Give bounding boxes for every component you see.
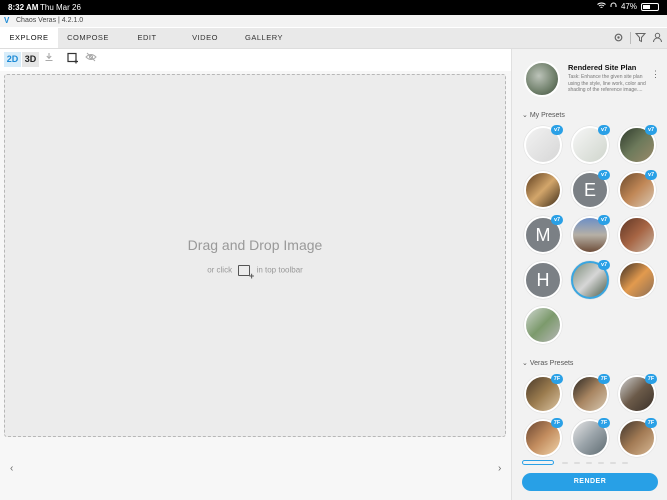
- version-badge: v7: [645, 125, 657, 135]
- my-preset-13[interactable]: [524, 306, 562, 344]
- my-preset-5[interactable]: Ev7: [571, 170, 610, 209]
- preset-thumbnail: [524, 61, 560, 97]
- veras-preset-3[interactable]: 7F: [618, 374, 657, 413]
- battery-icon: [641, 2, 659, 11]
- drop-subtitle: or click in top toolbar: [5, 265, 505, 281]
- canvas-toolbar: 2D 3D: [0, 49, 511, 71]
- my-presets-heading[interactable]: ⌄ My Presets: [522, 111, 565, 119]
- more-options-icon[interactable]: ⋮: [651, 69, 660, 80]
- veras-logo: V: [4, 16, 10, 25]
- my-preset-10[interactable]: H: [524, 261, 562, 299]
- scroll-indicator-dot: [622, 462, 628, 464]
- preset-letter: H: [536, 270, 550, 290]
- download-icon[interactable]: [42, 52, 56, 67]
- headphones-icon: [610, 2, 617, 11]
- my-preset-4[interactable]: [524, 171, 562, 209]
- drop-sub-after: in top toolbar: [256, 265, 303, 275]
- veras-presets-label: Veras Presets: [529, 360, 574, 367]
- preset-description: Task: Enhance the given site plan using …: [568, 74, 646, 93]
- version-badge: v7: [598, 215, 610, 225]
- next-arrow-icon[interactable]: ›: [498, 463, 501, 474]
- version-badge: v7: [551, 125, 563, 135]
- preset-letter: M: [535, 225, 551, 245]
- version-badge: 7F: [645, 418, 657, 428]
- wifi-icon: [597, 2, 606, 11]
- status-time: 8:32 AM: [8, 3, 39, 12]
- version-badge: v7: [598, 170, 610, 180]
- tab-video[interactable]: VIDEO: [176, 28, 234, 48]
- veras-preset-5[interactable]: 7F: [571, 418, 610, 457]
- ios-status-bar: 8:32 AM Thu Mar 26 47%: [0, 0, 667, 15]
- settings-icon[interactable]: [612, 32, 624, 44]
- mode-3d-button[interactable]: 3D: [22, 52, 39, 67]
- add-image-icon: [238, 265, 254, 281]
- my-preset-3[interactable]: v7: [618, 125, 657, 164]
- version-badge: v7: [551, 215, 563, 225]
- my-preset-7[interactable]: Mv7: [524, 215, 563, 254]
- preset-letter: E: [583, 180, 596, 200]
- previous-arrow-icon[interactable]: ‹: [10, 463, 13, 474]
- user-icon[interactable]: [651, 32, 663, 44]
- tab-compose[interactable]: COMPOSE: [58, 28, 118, 48]
- version-badge: 7F: [551, 418, 563, 428]
- preset-scroll-indicator: [522, 460, 658, 466]
- status-date: Thu Mar 26: [40, 3, 81, 12]
- image-drop-zone[interactable]: Drag and Drop Image or click in top tool…: [4, 74, 506, 437]
- my-preset-8[interactable]: v7: [571, 215, 610, 254]
- selected-preset-card[interactable]: Rendered Site Plan Task: Enhance the giv…: [520, 57, 660, 101]
- filter-icon[interactable]: [634, 32, 646, 44]
- mode-2d-button[interactable]: 2D: [4, 52, 21, 67]
- scroll-indicator-dot: [574, 462, 580, 464]
- tab-gallery[interactable]: GALLERY: [234, 28, 294, 48]
- my-presets-label: My Presets: [529, 112, 565, 119]
- tab-divider: [630, 32, 631, 44]
- battery-percent: 47%: [620, 2, 637, 11]
- veras-presets-heading[interactable]: ⌄ Veras Presets: [522, 359, 573, 367]
- version-badge: 7F: [598, 374, 610, 384]
- render-button[interactable]: RENDER: [522, 473, 658, 491]
- scroll-indicator-active: [522, 460, 554, 465]
- version-badge: 7F: [645, 374, 657, 384]
- my-preset-2[interactable]: v7: [571, 125, 610, 164]
- my-preset-9[interactable]: [618, 216, 656, 254]
- version-badge: 7F: [598, 418, 610, 428]
- veras-preset-2[interactable]: 7F: [571, 374, 610, 413]
- canvas-area: Drag and Drop Image or click in top tool…: [0, 71, 511, 500]
- scroll-indicator-dot: [562, 462, 568, 464]
- tab-edit[interactable]: EDIT: [118, 28, 176, 48]
- version-badge: 7F: [551, 374, 563, 384]
- chevron-down-icon: ⌄: [522, 112, 528, 119]
- veras-preset-4[interactable]: 7F: [524, 418, 563, 457]
- my-preset-12[interactable]: [618, 261, 656, 299]
- my-preset-11-selected[interactable]: v7: [571, 260, 610, 299]
- veras-preset-6[interactable]: 7F: [618, 418, 657, 457]
- my-preset-1[interactable]: v7: [524, 125, 563, 164]
- veras-preset-1[interactable]: 7F: [524, 374, 563, 413]
- presets-sidebar: Rendered Site Plan Task: Enhance the giv…: [511, 49, 667, 500]
- main-tab-bar: EXPLORE COMPOSE EDIT VIDEO GALLERY: [0, 28, 667, 49]
- drop-sub-before: or click: [207, 265, 233, 275]
- app-title-bar: V Chaos Veras | 4.2.1.0: [0, 15, 667, 27]
- scroll-indicator-dot: [598, 462, 604, 464]
- scroll-indicator-dot: [586, 462, 592, 464]
- scroll-indicator-dot: [610, 462, 616, 464]
- drop-title: Drag and Drop Image: [187, 237, 323, 253]
- hide-icon[interactable]: [84, 52, 98, 67]
- chevron-down-icon: ⌄: [522, 360, 528, 367]
- version-badge: v7: [598, 125, 610, 135]
- app-title: Chaos Veras | 4.2.1.0: [16, 17, 84, 24]
- preset-title: Rendered Site Plan: [568, 63, 637, 72]
- tab-explore[interactable]: EXPLORE: [0, 28, 58, 48]
- add-image-icon[interactable]: [66, 52, 80, 67]
- version-badge: v7: [645, 170, 657, 180]
- my-preset-6[interactable]: v7: [618, 170, 657, 209]
- version-badge: v7: [598, 260, 610, 270]
